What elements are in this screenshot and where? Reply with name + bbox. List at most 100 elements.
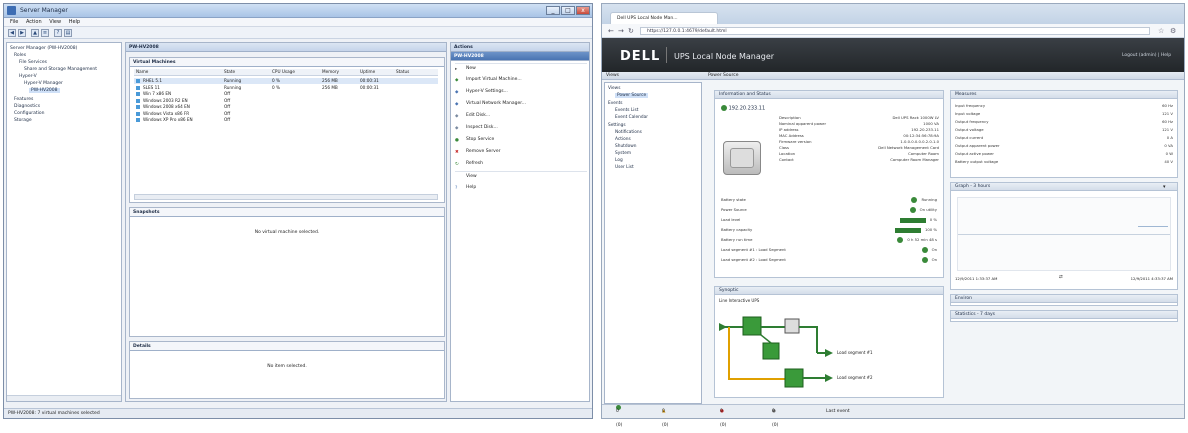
tree-power-source[interactable]: Power Source bbox=[615, 93, 649, 98]
tree-actions[interactable]: Actions bbox=[615, 137, 631, 142]
actions-subheader[interactable]: PW-HV2008 bbox=[451, 52, 589, 61]
tree-system[interactable]: System bbox=[615, 151, 631, 156]
reload-icon[interactable]: ↻ bbox=[628, 27, 634, 35]
browser-tab[interactable]: Dell UPS Local Node Man... bbox=[610, 12, 718, 24]
col-uptime[interactable]: Uptime bbox=[360, 69, 375, 74]
col-memory[interactable]: Memory bbox=[322, 69, 339, 74]
col-state[interactable]: State bbox=[224, 69, 235, 74]
vm-row[interactable]: RHEL 5.1 Running 0 % 256 MB 00:00:31 bbox=[134, 78, 438, 84]
tree-log[interactable]: Log bbox=[615, 158, 623, 163]
action-item[interactable]: ↻ Refresh bbox=[455, 159, 587, 169]
tree-item-configuration[interactable]: Configuration bbox=[14, 111, 45, 116]
tree-hscrollbar[interactable] bbox=[7, 395, 121, 401]
status-row: Battery state Running bbox=[721, 197, 937, 205]
statistics-title[interactable]: Statistics - 7 days bbox=[951, 311, 1177, 319]
details-section: Details No item selected. bbox=[129, 341, 445, 399]
action-item[interactable]: ◆ Hyper-V Settings... bbox=[455, 87, 587, 97]
measure-row: Input frequency 60 Hz bbox=[955, 103, 1173, 110]
measures-panel: Measures Input frequency 60 Hz Input volta… bbox=[950, 90, 1178, 178]
last-event-link[interactable]: Last event bbox=[826, 405, 850, 419]
action-item[interactable]: ? Help bbox=[455, 183, 587, 193]
action-label: Hyper-V Settings... bbox=[466, 89, 508, 94]
action-icon: ● bbox=[455, 137, 459, 143]
maximize-button[interactable]: □ bbox=[561, 6, 575, 15]
info-key: Contact bbox=[779, 157, 794, 162]
info-value: 00:12:34:56:78:9A bbox=[903, 133, 939, 138]
menu-file[interactable]: File bbox=[10, 18, 18, 27]
tree-shutdown[interactable]: Shutdown bbox=[615, 144, 636, 149]
up-icon[interactable]: ▲ bbox=[31, 29, 39, 37]
environ-title[interactable]: Environ bbox=[951, 295, 1177, 303]
browser-status-bar: 0 (0) ▲ 0 (0) ● 0 (0) ● 0 (0) Last event bbox=[602, 404, 1184, 428]
properties-icon[interactable]: ≡ bbox=[41, 29, 49, 37]
back-icon[interactable]: ◀ bbox=[8, 29, 16, 37]
tree-events[interactable]: Events bbox=[608, 101, 623, 106]
vm-hscrollbar[interactable] bbox=[134, 194, 438, 200]
info-key: Class bbox=[779, 145, 789, 150]
vm-row[interactable]: Windows 2008 x64 EN Off bbox=[134, 104, 438, 110]
action-item[interactable]: ◆ Import Virtual Machine... bbox=[455, 75, 587, 85]
tree-views[interactable]: Views bbox=[608, 86, 620, 91]
vm-row[interactable]: Windows 2003 R2 EN Off bbox=[134, 98, 438, 104]
tree-settings[interactable]: Settings bbox=[608, 123, 626, 128]
url-field[interactable]: https://127.0.0.1:4679/default.html bbox=[640, 27, 1150, 35]
star-icon[interactable]: ☆ bbox=[1158, 27, 1164, 35]
minimize-button[interactable]: _ bbox=[546, 6, 560, 15]
back-arrow-icon[interactable]: ← bbox=[608, 27, 614, 35]
forward-icon[interactable]: ▶ bbox=[18, 29, 26, 37]
wrench-icon[interactable]: ⚙ bbox=[1170, 27, 1176, 35]
tree-item-storage[interactable]: Storage bbox=[14, 118, 32, 123]
vm-row[interactable]: Windows XP Pro x86 EN Off bbox=[134, 117, 438, 123]
tree-item-share-storage[interactable]: Share and Storage Management bbox=[24, 67, 97, 72]
action-item[interactable]: View bbox=[455, 171, 587, 181]
col-status[interactable]: Status bbox=[396, 69, 409, 74]
info-key: MAC Address bbox=[779, 133, 804, 138]
info-value: 1.0.0.0.0.0.0.2.0.1.0 bbox=[900, 139, 939, 144]
tree-item-roles[interactable]: Roles bbox=[14, 53, 26, 58]
action-item[interactable]: ◆ Edit Disk... bbox=[455, 111, 587, 121]
action-icon: ◆ bbox=[455, 125, 459, 131]
tree-event-calendar[interactable]: Event Calendar bbox=[615, 115, 648, 120]
status-value: 0 % bbox=[929, 217, 937, 222]
tree-item-diagnostics[interactable]: Diagnostics bbox=[14, 104, 40, 109]
tree-item-hyper-v[interactable]: Hyper-V bbox=[19, 74, 37, 79]
action-item[interactable]: ◆ Virtual Network Manager... bbox=[455, 99, 587, 109]
vm-row[interactable]: Windows Vista x86 FR Off bbox=[134, 111, 438, 117]
menu-view[interactable]: View bbox=[49, 18, 61, 27]
vm-icon bbox=[136, 118, 140, 122]
action-item[interactable]: ✖ Remove Server bbox=[455, 147, 587, 157]
graph-collapse-icon[interactable]: ▾ bbox=[1163, 184, 1166, 190]
help-icon[interactable]: ? bbox=[54, 29, 62, 37]
close-button[interactable]: x bbox=[576, 6, 590, 15]
measure-row: Input voltage 121 V bbox=[955, 111, 1173, 118]
info-title: Information and Status bbox=[715, 91, 943, 99]
panel-icon[interactable]: ▤ bbox=[64, 29, 72, 37]
tree-user-list[interactable]: User List bbox=[615, 165, 634, 170]
toolbar: ◀ ▶ ▲ ≡ ? ▤ bbox=[4, 27, 592, 39]
graph-zoom-icon[interactable]: ⇄ bbox=[1059, 275, 1063, 280]
action-icon: ◆ bbox=[455, 89, 459, 95]
menu-action[interactable]: Action bbox=[26, 18, 42, 27]
tree-item-file-services[interactable]: File Services bbox=[19, 60, 47, 65]
measures-title: Measures bbox=[951, 91, 1177, 99]
forward-arrow-icon[interactable]: → bbox=[618, 27, 624, 35]
action-item[interactable]: ● Stop Service bbox=[455, 135, 587, 145]
logout-link[interactable]: Logout (admin) | Help bbox=[1122, 53, 1171, 58]
vm-row[interactable]: Win 7 x86 EN Off bbox=[134, 91, 438, 97]
vm-memory: 256 MB bbox=[322, 78, 338, 83]
tree-events-list[interactable]: Events List bbox=[615, 108, 638, 113]
vm-row[interactable]: SLES 11 Running 0 % 256 MB 00:00:31 bbox=[134, 85, 438, 91]
info-row: Contact Computer Room Manager bbox=[779, 157, 939, 163]
action-item[interactable]: ◆ Inspect Disk... bbox=[455, 123, 587, 133]
tree-item-server-manager[interactable]: Server Manager (PW-HV2008) bbox=[10, 46, 77, 51]
tree-notifications[interactable]: Notifications bbox=[615, 130, 642, 135]
tree-item-host[interactable]: PW-HV2008 bbox=[29, 88, 60, 93]
menu-help[interactable]: Help bbox=[69, 18, 80, 27]
vm-icon bbox=[136, 85, 140, 90]
tree-item-hyper-v-manager[interactable]: Hyper-V Manager bbox=[24, 81, 63, 86]
tree-item-features[interactable]: Features bbox=[14, 97, 33, 102]
snapshots-title: Snapshots bbox=[130, 208, 444, 217]
action-item[interactable]: ▸ New bbox=[455, 63, 587, 73]
col-cpu[interactable]: CPU Usage bbox=[272, 69, 295, 74]
col-name[interactable]: Name bbox=[136, 69, 148, 74]
